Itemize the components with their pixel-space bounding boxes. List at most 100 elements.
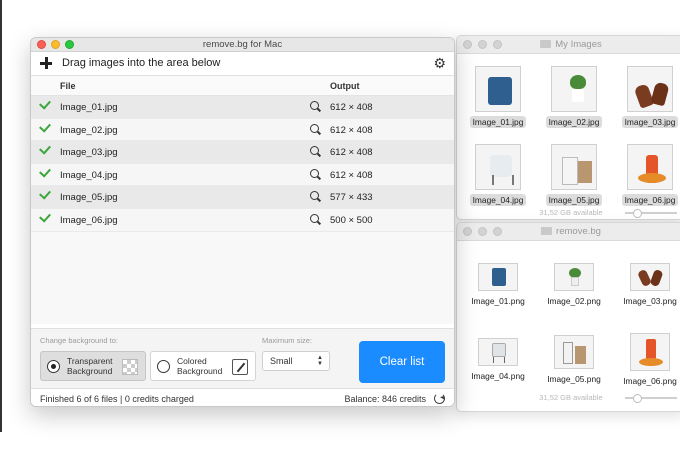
progress-status: Finished 6 of 6 files | 0 credits charge… xyxy=(40,394,194,404)
column-header-output: Output xyxy=(330,81,360,91)
output-size: 612 × 408 xyxy=(330,124,373,136)
file-thumb[interactable]: Image_01.png xyxy=(461,263,535,309)
magnifier-icon[interactable] xyxy=(310,123,321,135)
folder-icon xyxy=(540,40,552,48)
checkmark-icon xyxy=(39,187,51,200)
output-size: 577 × 433 xyxy=(330,192,373,204)
option-label: Transparent xyxy=(67,356,113,366)
balance-label: Balance: 846 credits xyxy=(344,394,426,404)
disk-space-label: 31,52 GB available xyxy=(539,208,603,217)
checkmark-icon xyxy=(39,165,51,178)
background-label: Change background to: xyxy=(40,336,118,345)
clear-list-button[interactable]: Clear list xyxy=(359,341,445,383)
image-thumbnail xyxy=(630,263,670,291)
finder-title: remove.bg xyxy=(556,226,601,237)
select-arrows-icon: ▲ ▼ xyxy=(317,355,323,367)
file-name: Image_03.png xyxy=(623,296,677,306)
window-title: remove.bg for Mac xyxy=(202,39,283,50)
magnifier-icon[interactable] xyxy=(310,146,321,157)
file-thumb[interactable]: Image_05.png xyxy=(537,335,611,387)
desktop: My Images Image_01.jpg Image_02.jpg Imag… xyxy=(0,0,680,450)
image-thumbnail xyxy=(627,66,673,112)
file-name: Image_06.jpg xyxy=(60,215,118,226)
file-thumb[interactable]: Image_03.jpg xyxy=(613,66,680,130)
status-bar: Finished 6 of 6 files | 0 credits charge… xyxy=(31,388,454,406)
output-size: 612 × 408 xyxy=(330,102,373,113)
table-row[interactable]: Image_02.jpg 612 × 408 xyxy=(31,118,454,142)
eyedropper-icon[interactable] xyxy=(232,359,248,375)
file-name: Image_03.jpg xyxy=(60,147,118,159)
image-thumbnail xyxy=(478,263,518,291)
checkmark-icon xyxy=(39,210,51,223)
file-thumb[interactable]: Image_04.png xyxy=(461,338,535,384)
table-row[interactable]: Image_06.jpg 500 × 500 xyxy=(31,209,454,232)
table-row[interactable]: Image_03.jpg 612 × 408 xyxy=(31,141,454,164)
toolbar: Drag images into the area below ⚙ xyxy=(31,52,454,76)
file-thumb[interactable]: Image_01.jpg xyxy=(461,66,535,130)
file-thumb[interactable]: Image_05.jpg xyxy=(537,144,611,208)
file-name: Image_06.jpg xyxy=(621,194,679,206)
finder-title: My Images xyxy=(555,39,602,50)
window-edge xyxy=(0,0,2,432)
image-thumbnail xyxy=(475,144,521,190)
app-window[interactable]: remove.bg for Mac Drag images into the a… xyxy=(30,37,455,407)
max-size-value: Small xyxy=(270,356,293,366)
checkmark-icon xyxy=(39,142,51,155)
radio-unselected-icon[interactable] xyxy=(157,360,170,373)
output-size: 500 × 500 xyxy=(330,215,373,226)
refresh-icon[interactable] xyxy=(434,393,445,404)
file-name: Image_01.jpg xyxy=(60,102,118,113)
magnifier-icon[interactable] xyxy=(310,101,321,112)
magnifier-icon[interactable] xyxy=(310,191,321,202)
image-thumbnail xyxy=(475,66,521,112)
icon-size-slider[interactable] xyxy=(625,394,677,403)
checkmark-icon xyxy=(39,97,51,110)
image-thumbnail xyxy=(554,263,594,291)
file-name: Image_05.jpg xyxy=(545,194,603,206)
table-row[interactable]: Image_04.jpg 612 × 408 xyxy=(31,163,454,187)
table-row[interactable]: Image_05.jpg 577 × 433 xyxy=(31,186,454,209)
file-name: Image_02.jpg xyxy=(60,124,118,136)
finder-window-removebg[interactable]: remove.bg Image_01.png Image_02.png Imag… xyxy=(456,222,680,412)
file-thumb[interactable]: Image_02.png xyxy=(537,263,611,309)
output-size: 612 × 408 xyxy=(330,169,373,181)
options-panel: Change background to: Transparent Backgro… xyxy=(31,328,454,388)
max-size-select[interactable]: Small ▲ ▼ xyxy=(262,351,330,371)
finder-window-my-images[interactable]: My Images Image_01.jpg Image_02.jpg Imag… xyxy=(456,35,680,220)
magnifier-icon[interactable] xyxy=(310,214,321,225)
file-thumb[interactable]: Image_06.png xyxy=(613,333,680,389)
max-size-label: Maximum size: xyxy=(262,336,313,345)
image-thumbnail xyxy=(554,335,594,369)
icon-size-slider[interactable] xyxy=(625,209,677,218)
magnifier-icon[interactable] xyxy=(310,168,321,180)
file-thumb[interactable]: Image_06.jpg xyxy=(613,144,680,208)
transparent-background-option[interactable]: Transparent Background xyxy=(40,351,146,381)
file-thumb[interactable]: Image_03.png xyxy=(613,263,680,309)
image-thumbnail xyxy=(627,144,673,190)
option-label: Background xyxy=(177,366,223,376)
file-thumb[interactable]: Image_02.jpg xyxy=(537,66,611,130)
file-thumb[interactable]: Image_04.jpg xyxy=(461,144,535,208)
file-name: Image_01.jpg xyxy=(469,116,527,128)
table-row[interactable]: Image_01.jpg 612 × 408 xyxy=(31,96,454,119)
file-name: Image_04.jpg xyxy=(469,194,527,206)
image-thumbnail xyxy=(478,338,518,366)
output-size: 612 × 408 xyxy=(330,147,373,159)
file-name: Image_03.jpg xyxy=(621,116,679,128)
colored-background-option[interactable]: Colored Background xyxy=(150,351,256,381)
finder-titlebar: remove.bg xyxy=(457,223,680,241)
file-name: Image_02.jpg xyxy=(545,116,603,128)
file-name: Image_01.png xyxy=(471,296,525,306)
image-thumbnail xyxy=(551,66,597,112)
radio-selected-icon[interactable] xyxy=(47,360,60,373)
finder-titlebar: My Images xyxy=(457,36,680,54)
drop-hint: Drag images into the area below xyxy=(62,57,221,69)
column-header-file: File xyxy=(60,81,76,91)
checkmark-icon xyxy=(39,120,51,133)
file-name: Image_05.jpg xyxy=(60,192,118,204)
file-list[interactable]: Image_01.jpg 612 × 408 Image_02.jpg 612 … xyxy=(31,96,454,324)
gear-icon[interactable]: ⚙ xyxy=(433,56,446,70)
file-name: Image_04.jpg xyxy=(60,169,118,181)
file-name: Image_05.png xyxy=(547,374,601,384)
plus-icon[interactable] xyxy=(39,56,53,70)
